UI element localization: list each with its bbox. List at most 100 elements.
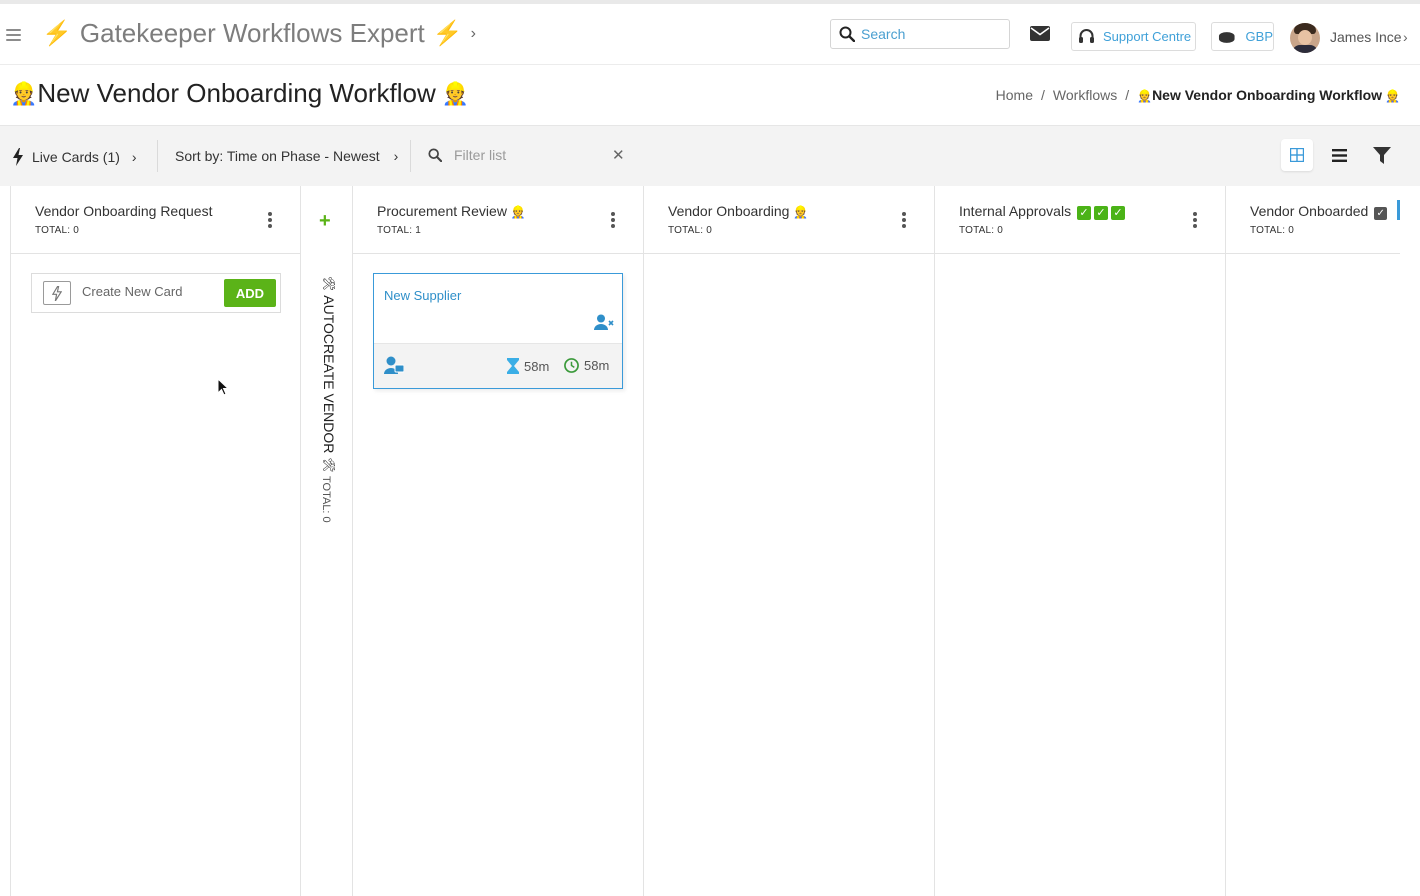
automation-column: + 🛠 AUTOCREATE VENDOR 🛠 TOTAL: 0: [301, 186, 353, 896]
column-total: TOTAL: 0: [668, 225, 713, 236]
assign-user-icon[interactable]: [594, 314, 614, 330]
kanban-board: Vendor Onboarding Request TOTAL: 0 ADD +…: [10, 186, 1400, 896]
live-cards-dropdown[interactable]: Live Cards (1) ›: [12, 148, 137, 166]
support-centre-label: Support Centre: [1103, 29, 1192, 44]
chevron-right-icon[interactable]: ›: [1403, 29, 1408, 45]
column-title: Vendor Onboarding Request: [35, 203, 213, 219]
live-cards-label: Live Cards (1): [32, 149, 120, 165]
column-menu-icon[interactable]: [611, 212, 615, 230]
column-total: TOTAL: 0: [35, 225, 80, 236]
envelope-icon[interactable]: [1030, 26, 1050, 41]
sort-dropdown[interactable]: Sort by: Time on Phase - Newest ›: [175, 148, 398, 164]
filter-button[interactable]: [1366, 139, 1398, 171]
time-total-value: 58m: [584, 358, 610, 373]
construction-worker-icon: 👷: [793, 205, 809, 219]
search-box[interactable]: [830, 19, 1010, 49]
column-total: TOTAL: 0: [1250, 225, 1295, 236]
clear-filter-icon[interactable]: ✕: [612, 146, 625, 164]
hourglass-icon: [507, 358, 519, 374]
check-mark-icon: ✓: [1076, 206, 1091, 220]
lightning-icon: [43, 281, 71, 305]
currency-label: GBP: [1245, 29, 1273, 44]
board-view-button[interactable]: [1281, 139, 1313, 171]
construction-worker-icon: 👷: [1385, 89, 1400, 103]
chevron-right-icon: ›: [393, 148, 399, 164]
check-mark-icon: ✓: [1093, 206, 1108, 220]
construction-worker-icon: 👷: [510, 205, 526, 219]
automation-column-name: AUTOCREATE VENDOR: [321, 295, 337, 454]
search-input[interactable]: [861, 26, 1001, 42]
contact-card-icon[interactable]: [384, 356, 404, 374]
column-internal-approvals: Internal Approvals ✓ ✓ ✓ TOTAL: 0: [935, 186, 1226, 896]
column-vendor-onboarding-request: Vendor Onboarding Request TOTAL: 0 ADD: [11, 186, 301, 896]
mouse-cursor-icon: [217, 378, 229, 396]
column-title: Internal Approvals ✓ ✓ ✓: [959, 203, 1125, 220]
construction-worker-icon: 👷: [10, 80, 38, 106]
column-title: Procurement Review 👷: [377, 203, 526, 219]
column-header: Internal Approvals ✓ ✓ ✓ TOTAL: 0: [935, 186, 1225, 254]
board-toolbar: Live Cards (1) › Sort by: Time on Phase …: [0, 126, 1420, 186]
column-procurement-review: Procurement Review 👷 TOTAL: 1 New Suppli…: [353, 186, 644, 896]
tools-icon: 🛠: [322, 276, 336, 292]
time-on-phase: 58m: [507, 358, 549, 374]
support-centre-button[interactable]: Support Centre: [1071, 22, 1196, 51]
user-name[interactable]: James Ince: [1330, 29, 1402, 45]
column-total: TOTAL: 1: [377, 225, 422, 236]
search-icon: [428, 148, 442, 162]
lightning-icon: [13, 148, 23, 166]
breadcrumb-home[interactable]: Home: [996, 87, 1033, 103]
lightning-icon: ⚡: [42, 20, 72, 47]
automation-column-total: TOTAL: 0: [320, 476, 332, 523]
breadcrumb: Home / Workflows / 👷New Vendor Onboarding …: [995, 87, 1400, 103]
hamburger-menu-icon[interactable]: [6, 29, 21, 44]
list-icon: [1331, 148, 1347, 162]
search-icon: [839, 26, 855, 42]
column-menu-icon[interactable]: [268, 212, 272, 230]
app-title-text: Gatekeeper Workflows Expert: [79, 18, 425, 48]
column-header: Vendor Onboarding Request TOTAL: 0: [11, 186, 300, 254]
column-header: Vendor Onboarding 👷 TOTAL: 0: [644, 186, 934, 254]
clock-icon: [564, 358, 579, 373]
column-vendor-onboarded: Vendor Onboarded ✓ TOTAL: 0: [1226, 186, 1400, 896]
check-mark-icon: ✓: [1110, 206, 1125, 220]
avatar[interactable]: [1290, 23, 1320, 53]
time-on-phase-value: 58m: [524, 358, 550, 374]
filter-input[interactable]: [454, 147, 604, 163]
column-title: Vendor Onboarded ✓: [1250, 203, 1388, 220]
column-vendor-onboarding: Vendor Onboarding 👷 TOTAL: 0: [644, 186, 935, 896]
breadcrumb-current: 👷New Vendor Onboarding Workflow 👷: [1137, 87, 1400, 103]
page-header: 👷 New Vendor Onboarding Workflow 👷 Home /…: [0, 65, 1420, 126]
automation-column-title: 🛠 AUTOCREATE VENDOR 🛠: [321, 276, 337, 473]
column-total: TOTAL: 0: [959, 225, 1004, 236]
funnel-icon: [1373, 146, 1391, 164]
column-header: Vendor Onboarded ✓ TOTAL: 0: [1226, 186, 1400, 254]
sort-label: Sort by: Time on Phase - Newest: [175, 148, 380, 164]
add-card-button[interactable]: ADD: [224, 279, 276, 307]
checkbox-checked-icon: ✓: [1374, 207, 1388, 220]
coins-icon: [1218, 31, 1235, 43]
workflow-card[interactable]: New Supplier 58m 58m: [373, 273, 623, 389]
page-title-text: New Vendor Onboarding Workflow: [37, 78, 436, 108]
breadcrumb-workflows[interactable]: Workflows: [1053, 87, 1117, 103]
create-card-input[interactable]: [82, 284, 222, 299]
app-title[interactable]: ⚡ Gatekeeper Workflows Expert ⚡ ›: [42, 18, 476, 49]
page-title: 👷 New Vendor Onboarding Workflow 👷: [10, 78, 469, 109]
chevron-right-icon: ›: [470, 24, 476, 42]
add-column-button[interactable]: +: [319, 210, 331, 233]
filter-list: ✕: [428, 146, 625, 164]
construction-worker-icon: 👷: [1137, 89, 1153, 103]
top-bar: ⚡ Gatekeeper Workflows Expert ⚡ › Suppor…: [0, 0, 1420, 65]
chevron-right-icon: ›: [131, 149, 137, 165]
create-card-form: ADD: [31, 273, 281, 313]
currency-button[interactable]: GBP: [1211, 22, 1274, 51]
list-view-button[interactable]: [1323, 139, 1355, 171]
column-menu-icon[interactable]: [1193, 212, 1197, 230]
time-total: 58m: [564, 358, 609, 373]
column-title: Vendor Onboarding 👷: [668, 203, 809, 219]
construction-worker-icon: 👷: [441, 80, 470, 106]
column-header: Procurement Review 👷 TOTAL: 1: [353, 186, 643, 254]
card-title[interactable]: New Supplier: [384, 288, 461, 303]
column-menu-icon[interactable]: [902, 212, 906, 230]
tools-icon: 🛠: [322, 457, 336, 473]
scroll-indicator[interactable]: [1397, 200, 1400, 220]
